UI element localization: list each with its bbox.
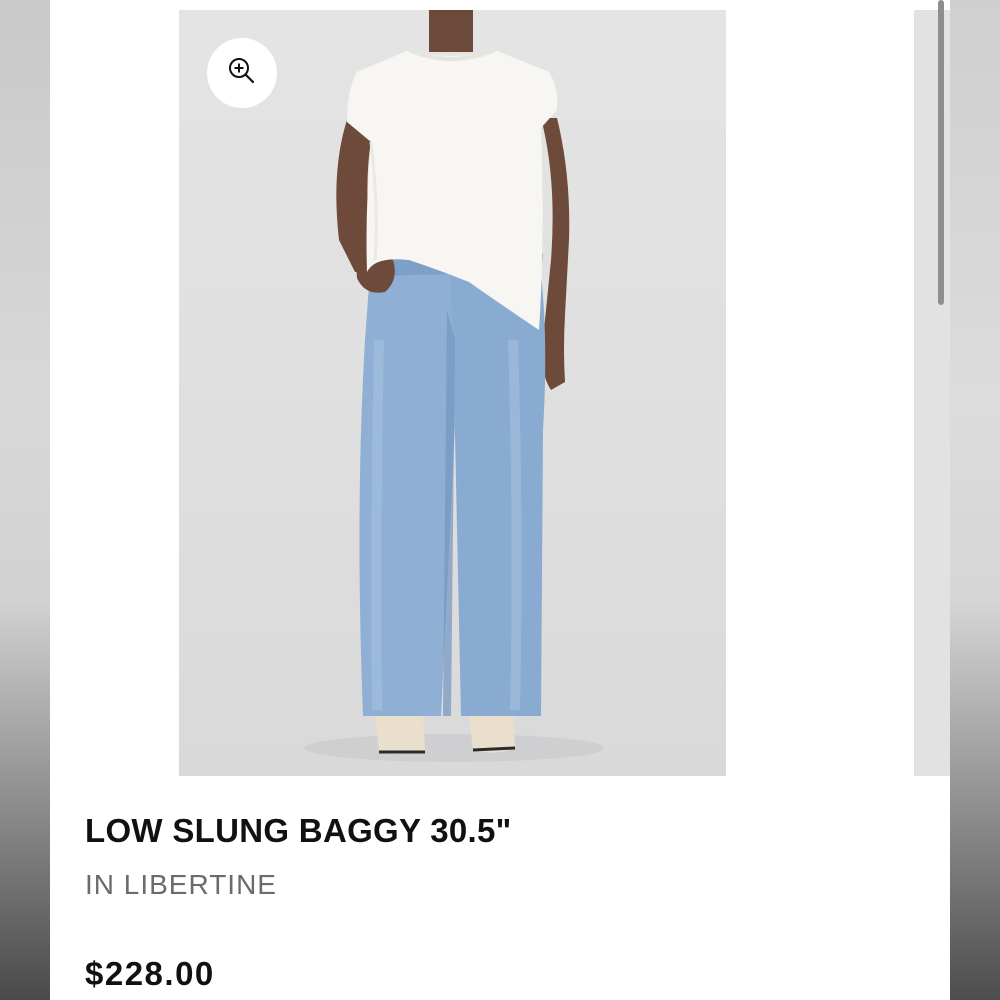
product-price: $228.00 bbox=[85, 955, 215, 992]
screenshot-stage: LOW SLUNG BAGGY 30.5" IN LIBERTINE $228.… bbox=[0, 0, 1000, 1000]
right-blurred-edge bbox=[950, 0, 1000, 1000]
product-title: LOW SLUNG BAGGY 30.5" bbox=[85, 812, 512, 849]
product-color-line: IN LIBERTINE bbox=[85, 869, 277, 900]
zoom-in-icon bbox=[227, 56, 257, 91]
zoom-button[interactable] bbox=[207, 38, 277, 108]
product-page: LOW SLUNG BAGGY 30.5" IN LIBERTINE $228.… bbox=[50, 0, 950, 1000]
scrollbar-thumb[interactable] bbox=[938, 0, 944, 305]
next-product-image-peek[interactable] bbox=[914, 10, 950, 776]
model-photo-illustration bbox=[304, 10, 604, 762]
product-main-image[interactable] bbox=[179, 10, 726, 776]
left-blurred-edge bbox=[0, 0, 50, 1000]
